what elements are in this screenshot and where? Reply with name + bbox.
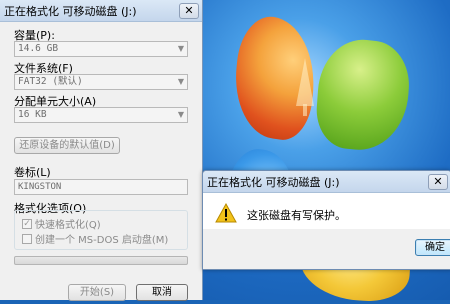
confirm-button[interactable]: 确定 bbox=[415, 239, 450, 256]
quick-format-checkbox[interactable]: ✓ 快速格式化(Q) bbox=[22, 216, 101, 231]
msdos-boot-checkbox[interactable]: 创建一个 MS-DOS 启动盘(M) bbox=[22, 231, 168, 246]
volume-label-input[interactable]: KINGSTON bbox=[14, 179, 188, 195]
checkbox-empty-icon bbox=[22, 233, 32, 244]
wallpaper-flag-green bbox=[314, 35, 412, 155]
chevron-down-icon: ▼ bbox=[177, 77, 184, 86]
start-button[interactable]: 开始(S) bbox=[68, 284, 126, 301]
format-dialog: 正在格式化 可移动磁盘 (J:) ✕ 容量(P): 14.6 GB ▼ 文件系统… bbox=[0, 0, 203, 301]
allocation-value: 16 KB bbox=[18, 109, 47, 120]
check-icon: ✓ bbox=[22, 218, 32, 229]
allocation-select[interactable]: 16 KB ▼ bbox=[14, 107, 188, 123]
message-text: 这张磁盘有写保护。 bbox=[247, 209, 346, 222]
msdos-boot-label: 创建一个 MS-DOS 启动盘(M) bbox=[35, 235, 169, 246]
format-dialog-titlebar[interactable]: 正在格式化 可移动磁盘 (J:) ✕ bbox=[0, 0, 202, 22]
close-icon[interactable]: ✕ bbox=[179, 2, 199, 19]
quick-format-label: 快速格式化(Q) bbox=[35, 220, 101, 231]
message-dialog-title: 正在格式化 可移动磁盘 (J:) bbox=[207, 175, 340, 189]
message-body: 这张磁盘有写保护。 bbox=[203, 193, 450, 229]
write-protect-dialog: 正在格式化 可移动磁盘 (J:) ✕ 这张磁盘有写保护。 确定 bbox=[202, 170, 450, 270]
filesystem-value: FAT32 (默认) bbox=[18, 76, 83, 87]
capacity-select[interactable]: 14.6 GB ▼ bbox=[14, 41, 188, 57]
format-dialog-title: 正在格式化 可移动磁盘 (J:) bbox=[4, 4, 137, 18]
wallpaper-tree bbox=[296, 58, 314, 106]
cancel-button[interactable]: 取消 bbox=[136, 284, 188, 301]
wallpaper-tree-trunk bbox=[303, 104, 307, 116]
restore-defaults-button[interactable]: 还原设备的默认值(D) bbox=[14, 137, 120, 154]
format-progress-bar bbox=[14, 256, 188, 265]
chevron-down-icon: ▼ bbox=[177, 44, 184, 53]
volume-label-label: 卷标(L) bbox=[14, 166, 51, 179]
chevron-down-icon: ▼ bbox=[177, 110, 184, 119]
capacity-value: 14.6 GB bbox=[18, 43, 59, 54]
filesystem-select[interactable]: FAT32 (默认) ▼ bbox=[14, 74, 188, 90]
close-icon[interactable]: ✕ bbox=[428, 173, 448, 190]
warning-icon bbox=[215, 203, 237, 223]
message-dialog-titlebar[interactable]: 正在格式化 可移动磁盘 (J:) ✕ bbox=[203, 171, 450, 193]
